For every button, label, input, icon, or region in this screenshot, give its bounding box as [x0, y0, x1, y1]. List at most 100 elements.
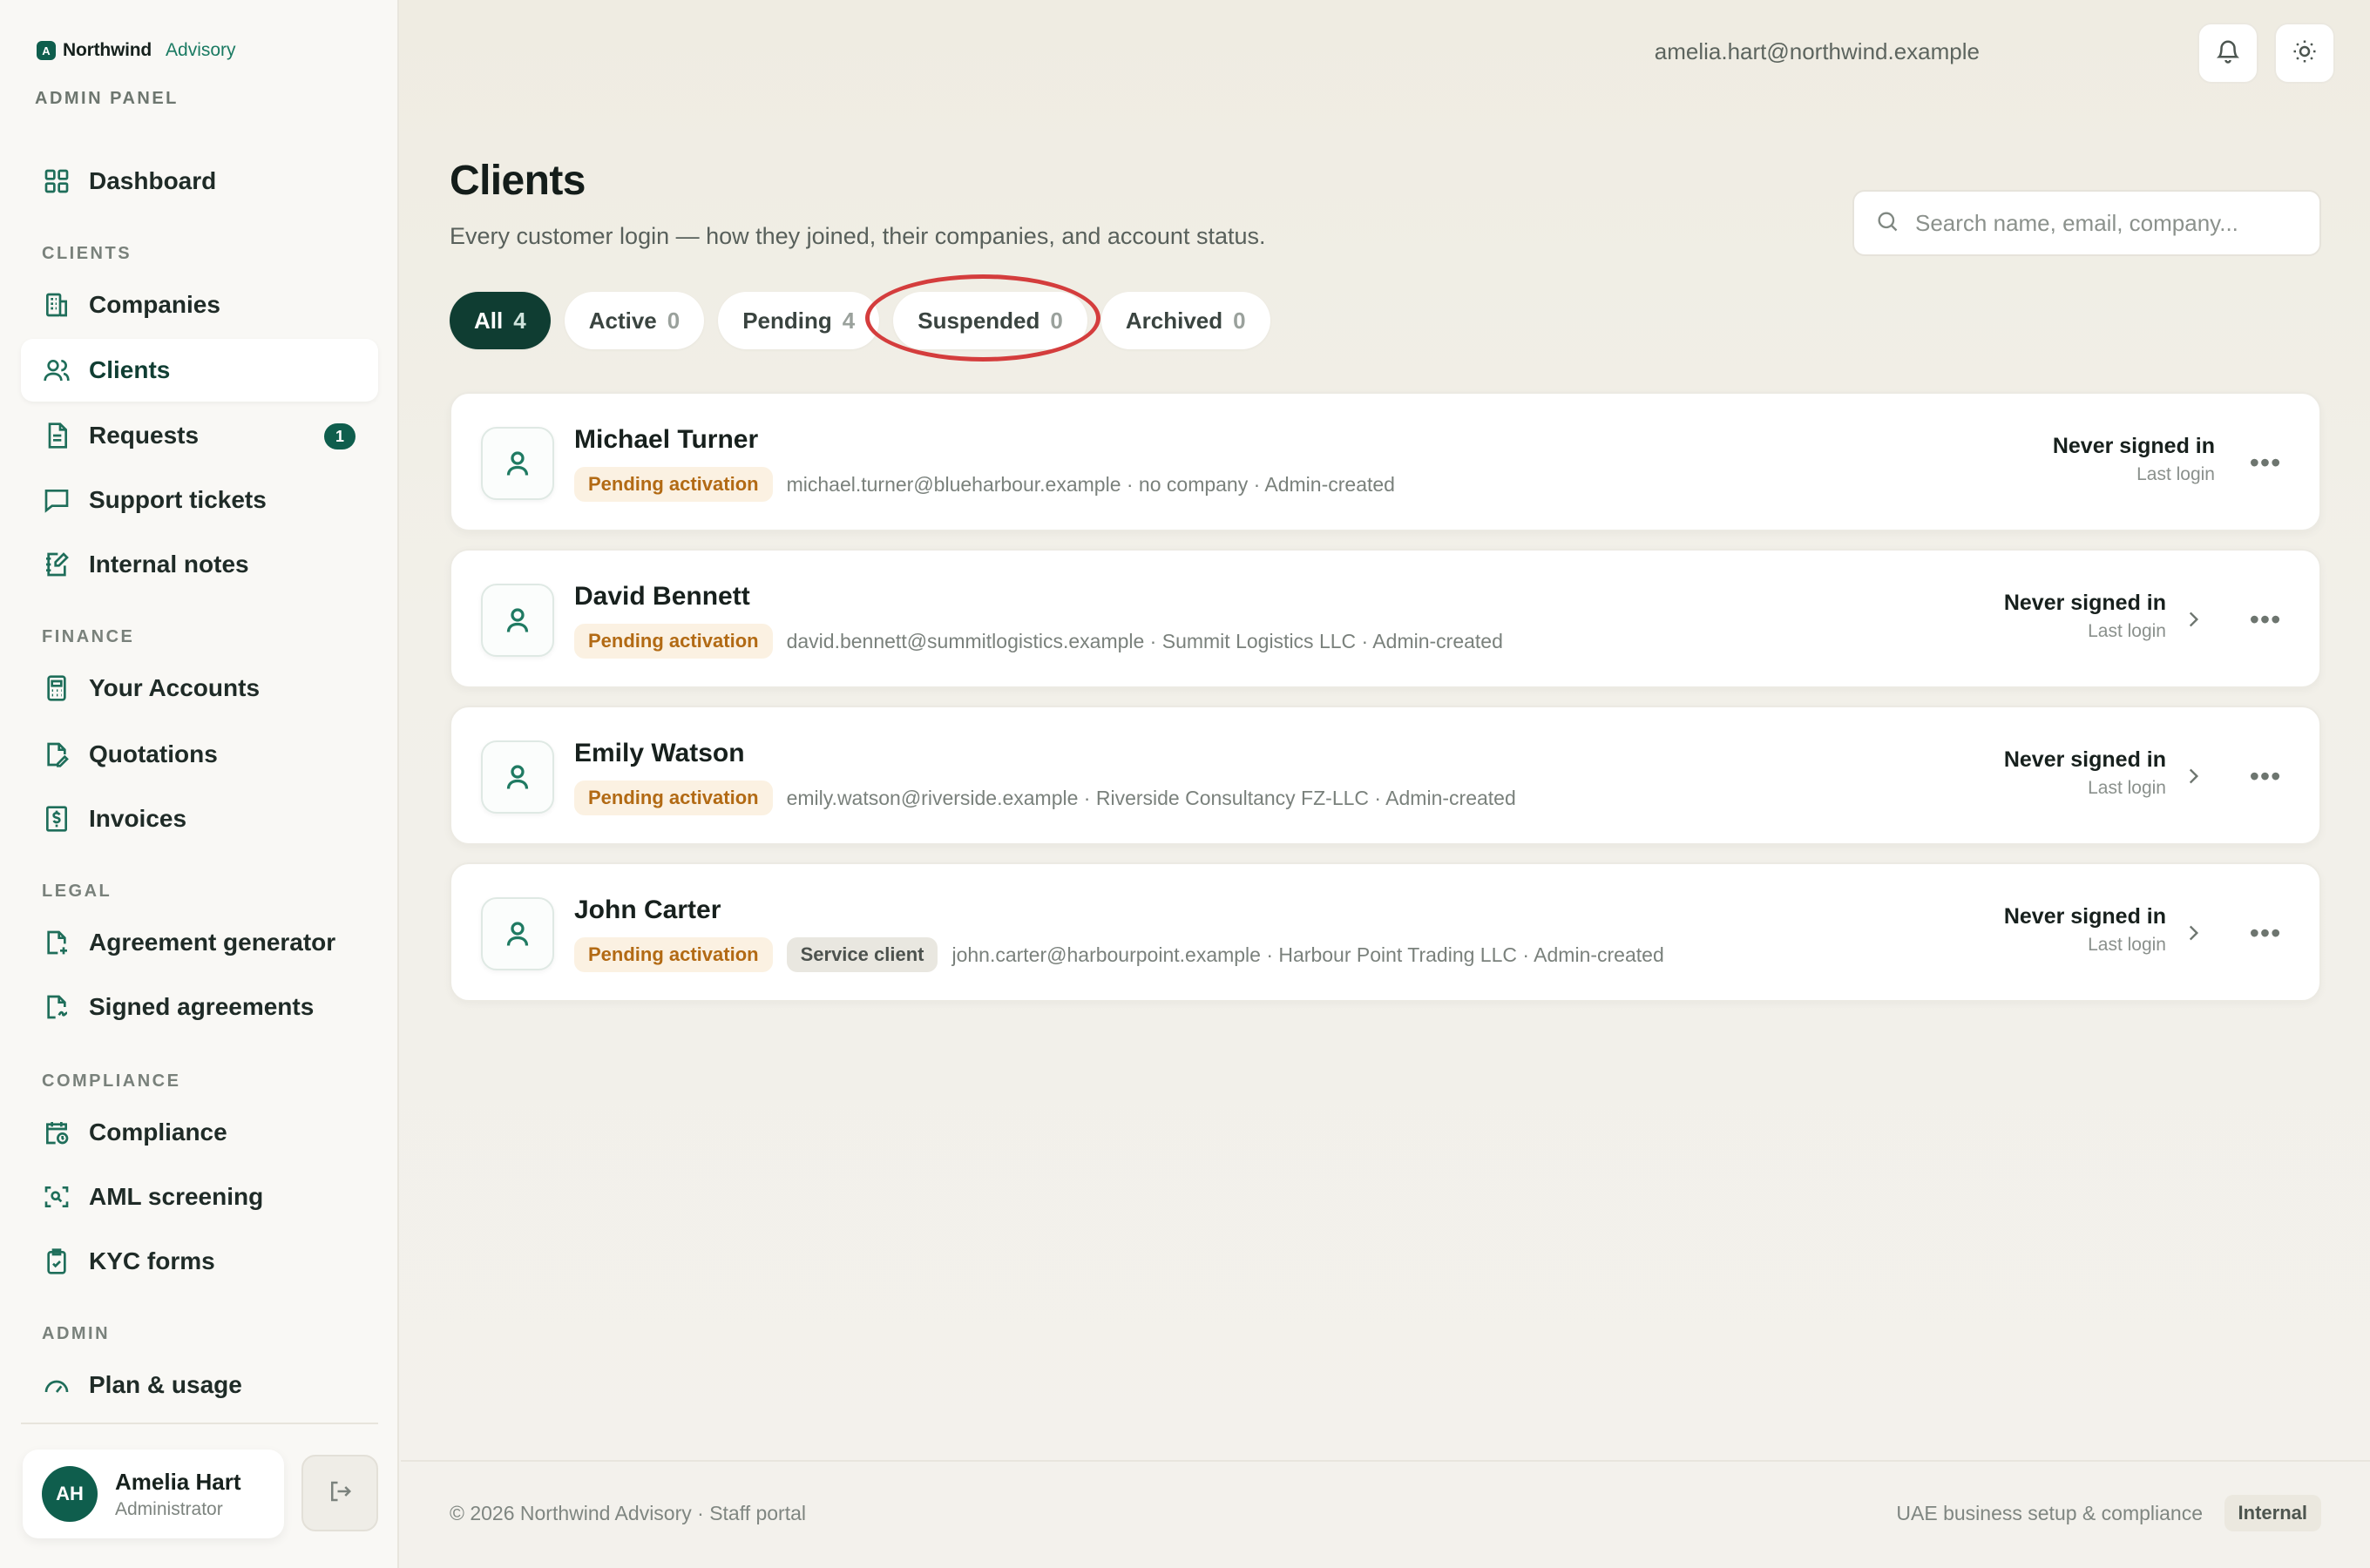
- brand[interactable]: A Northwind Advisory: [37, 40, 236, 61]
- user-icon: [506, 765, 529, 789]
- users-icon: [42, 355, 71, 385]
- section-admin: ADMIN: [42, 1324, 111, 1343]
- chat-icon: [42, 485, 71, 515]
- sidebar-item-label: Dashboard: [89, 167, 217, 194]
- tab-label: Archived: [1125, 307, 1223, 334]
- tab-label: Active: [588, 307, 657, 334]
- search-box[interactable]: [1852, 190, 2321, 256]
- last-login: Never signed in Last login: [2004, 591, 2166, 642]
- sidebar-item-label: Compliance: [89, 1119, 227, 1146]
- client-name[interactable]: Emily Watson: [574, 739, 745, 768]
- tab-archived[interactable]: Archived 0: [1100, 292, 1270, 349]
- client-card[interactable]: David Bennett Pending activation david.b…: [450, 549, 2321, 688]
- status-badge: Pending activation: [574, 467, 773, 502]
- sidebar-item-signed-agreements[interactable]: Signed agreements: [21, 976, 378, 1038]
- internal-badge: Internal: [2224, 1495, 2321, 1531]
- section-compliance: COMPLIANCE: [42, 1071, 181, 1091]
- last-login-value: Never signed in: [2052, 434, 2215, 458]
- building-icon: [42, 290, 71, 320]
- sidebar-item-quotations[interactable]: Quotations: [21, 723, 378, 786]
- theme-toggle-button[interactable]: [2274, 23, 2335, 84]
- chevron-right-icon[interactable]: [2178, 918, 2208, 948]
- user-name: Amelia Hart: [115, 1468, 241, 1495]
- client-card[interactable]: Michael Turner Pending activation michae…: [450, 392, 2321, 531]
- sidebar-item-invoices[interactable]: Invoices: [21, 787, 378, 850]
- client-avatar: [481, 584, 554, 657]
- client-name[interactable]: John Carter: [574, 896, 721, 925]
- document-icon: [42, 421, 71, 450]
- logout-button[interactable]: [301, 1455, 378, 1531]
- sidebar-item-dashboard[interactable]: Dashboard: [21, 150, 378, 213]
- logout-icon: [327, 1478, 353, 1509]
- sidebar-item-your-accounts[interactable]: Your Accounts: [21, 657, 378, 720]
- client-name[interactable]: David Bennett: [574, 582, 750, 612]
- tab-all[interactable]: All 4: [450, 292, 551, 349]
- tab-count: 4: [842, 307, 856, 334]
- more-options-icon[interactable]: •••: [2246, 918, 2285, 948]
- sidebar-item-companies[interactable]: Companies: [21, 274, 378, 336]
- tab-active[interactable]: Active 0: [564, 292, 705, 349]
- last-login-value: Never signed in: [2003, 591, 2166, 615]
- status-badge: Pending activation: [574, 937, 773, 972]
- sidebar-item-requests[interactable]: Requests 1: [21, 404, 378, 467]
- bell-icon: [2215, 38, 2241, 69]
- user-icon: [506, 608, 529, 632]
- brand-name: Northwind: [63, 40, 152, 60]
- tab-count: 0: [1233, 307, 1246, 334]
- sidebar-item-label: Plan & usage: [89, 1371, 242, 1398]
- requests-count-badge: 1: [324, 423, 356, 449]
- tab-pending[interactable]: Pending 4: [718, 292, 880, 349]
- sidebar-item-support-tickets[interactable]: Support tickets: [21, 469, 378, 531]
- last-login-value: Never signed in: [2003, 904, 2166, 929]
- last-login-label: Last login: [2136, 464, 2215, 484]
- client-meta: Pending activation david.bennett@summitl…: [574, 624, 1503, 659]
- last-login-value: Never signed in: [2003, 747, 2166, 772]
- gauge-icon: [42, 1370, 71, 1400]
- last-login: Never signed in Last login: [2004, 904, 2166, 956]
- sidebar-item-label: Internal notes: [89, 551, 249, 578]
- client-details: john.carter@harbourpoint.example · Harbo…: [951, 943, 1664, 966]
- client-details: michael.turner@blueharbour.example · no …: [786, 472, 1395, 496]
- tab-suspended[interactable]: Suspended 0: [893, 292, 1087, 349]
- tab-count: 4: [513, 307, 526, 334]
- sidebar-item-kyc-forms[interactable]: KYC forms: [21, 1230, 378, 1293]
- client-card[interactable]: John Carter Pending activation Service c…: [450, 862, 2321, 1002]
- user-info: Amelia Hart Administrator: [115, 1469, 241, 1520]
- sidebar-item-label: Clients: [89, 356, 171, 383]
- scan-search-icon: [42, 1182, 71, 1212]
- user-card[interactable]: AH Amelia Hart Administrator: [23, 1450, 284, 1538]
- section-finance: FINANCE: [42, 627, 135, 646]
- last-login-label: Last login: [2088, 621, 2166, 641]
- sidebar-divider: [21, 1423, 378, 1424]
- last-login-label: Last login: [2088, 778, 2166, 798]
- grid-icon: [42, 166, 71, 196]
- sidebar-item-aml-screening[interactable]: AML screening: [21, 1166, 378, 1228]
- sidebar-item-compliance[interactable]: Compliance: [21, 1101, 378, 1164]
- sidebar-item-label: Agreement generator: [89, 929, 336, 956]
- service-client-badge: Service client: [786, 937, 938, 972]
- status-filter-tabs: All 4 Active 0 Pending 4 Suspended 0 Arc…: [450, 292, 1284, 349]
- search-icon: [1875, 209, 1915, 238]
- client-meta: Pending activation emily.watson@riversid…: [574, 781, 1516, 815]
- notifications-button[interactable]: [2197, 23, 2258, 84]
- client-card[interactable]: Emily Watson Pending activation emily.wa…: [450, 706, 2321, 845]
- client-avatar: [481, 427, 554, 500]
- sidebar-item-agreement-generator[interactable]: Agreement generator: [21, 911, 378, 974]
- sidebar-item-internal-notes[interactable]: Internal notes: [21, 533, 378, 596]
- sidebar-item-plan-usage[interactable]: Plan & usage: [21, 1354, 378, 1416]
- client-name[interactable]: Michael Turner: [574, 425, 758, 455]
- more-options-icon[interactable]: •••: [2246, 448, 2285, 477]
- last-login: Never signed in Last login: [2053, 434, 2215, 485]
- tab-label: All: [474, 307, 504, 334]
- search-input[interactable]: [1915, 209, 2299, 237]
- status-badge: Pending activation: [574, 781, 773, 815]
- chevron-right-icon[interactable]: [2178, 761, 2208, 791]
- more-options-icon[interactable]: •••: [2246, 605, 2285, 634]
- sidebar-item-label: Invoices: [89, 805, 187, 832]
- more-options-icon[interactable]: •••: [2246, 761, 2285, 791]
- footer-tagline: UAE business setup & compliance: [1896, 1502, 2203, 1524]
- calculator-icon: [42, 673, 71, 703]
- section-legal: LEGAL: [42, 882, 112, 901]
- sidebar-item-clients[interactable]: Clients: [21, 339, 378, 402]
- chevron-right-icon[interactable]: [2178, 605, 2208, 634]
